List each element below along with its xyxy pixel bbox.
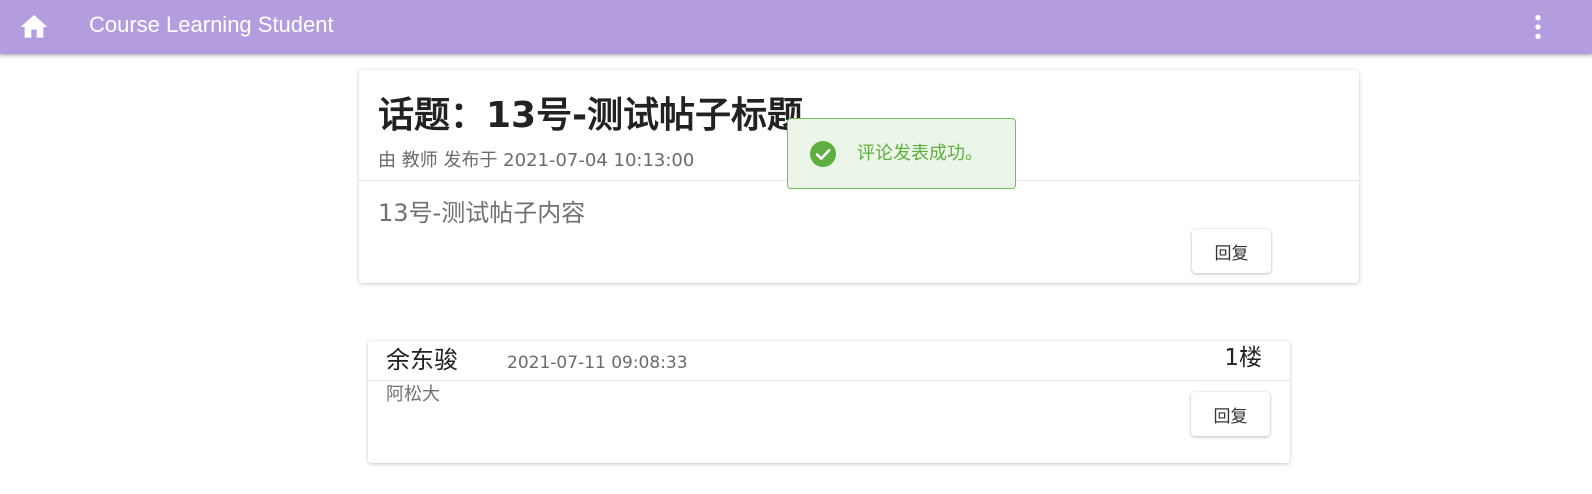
app-title: Course Learning Student xyxy=(89,12,334,37)
comment-content: 阿松大 xyxy=(386,384,440,405)
success-toast: 评论发表成功。 xyxy=(787,118,1016,189)
comment-card: 余东骏 2021-07-11 09:08:33 1楼 阿松大 回复 xyxy=(368,341,1290,463)
toast-icon-wrap xyxy=(809,140,837,168)
home-button[interactable] xyxy=(18,11,50,43)
more-vert-icon xyxy=(1535,15,1541,39)
comment-reply-button[interactable]: 回复 xyxy=(1191,392,1270,436)
topic-reply-button[interactable]: 回复 xyxy=(1192,229,1271,273)
topic-title: 话题：13号-测试帖子标题 xyxy=(378,95,804,136)
comment-author: 余东骏 xyxy=(386,346,458,374)
more-menu-button[interactable] xyxy=(1522,11,1554,43)
check-circle-icon xyxy=(810,141,836,167)
comment-time: 2021-07-11 09:08:33 xyxy=(507,353,688,373)
topic-content: 13号-测试帖子内容 xyxy=(378,199,586,227)
comment-divider xyxy=(368,380,1290,381)
toast-message: 评论发表成功。 xyxy=(857,143,983,164)
topic-meta: 由 教师 发布于 2021-07-04 10:13:00 xyxy=(378,150,695,171)
home-icon xyxy=(20,15,48,38)
comment-floor: 1楼 xyxy=(1224,345,1262,371)
app-bar: Course Learning Student xyxy=(0,0,1592,54)
